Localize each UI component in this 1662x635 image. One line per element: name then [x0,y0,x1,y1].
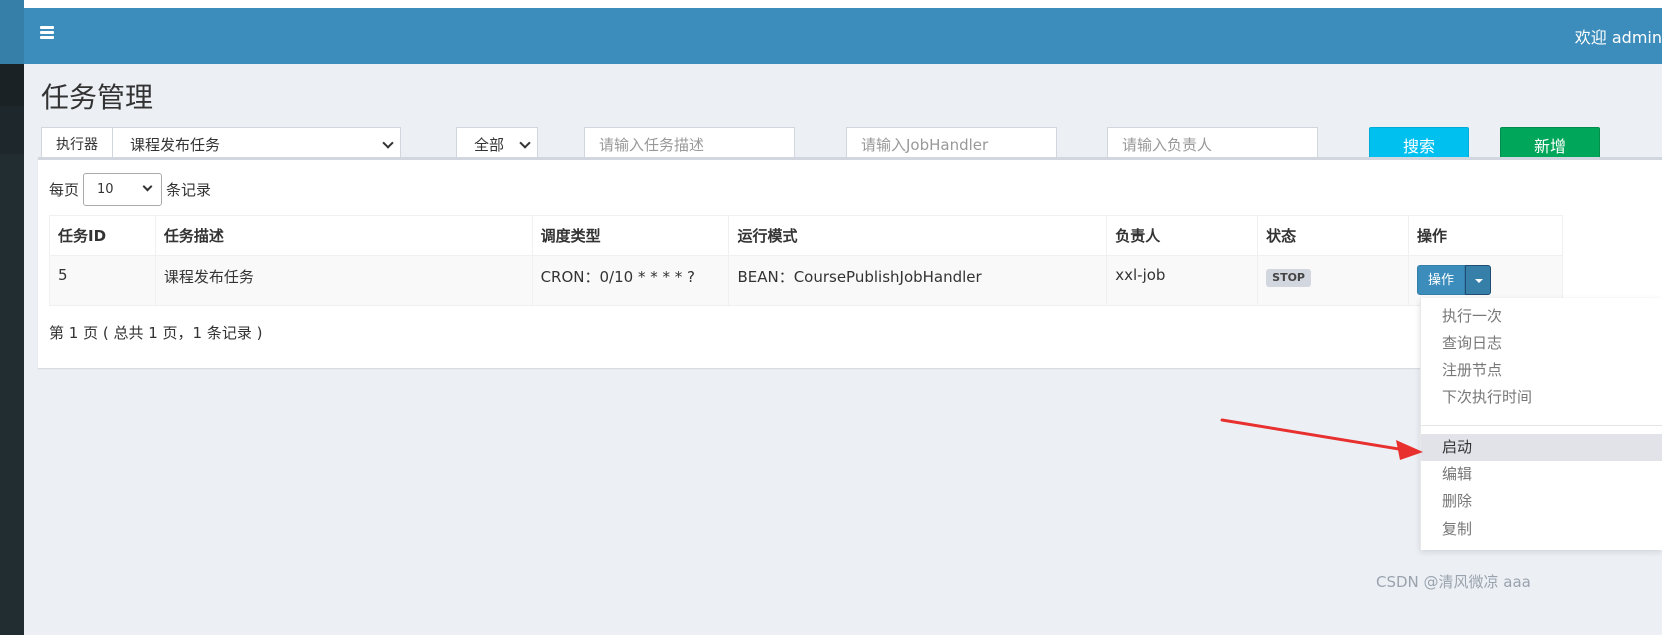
action-button[interactable]: 操作 [1417,265,1466,295]
page-length-select[interactable]: 10 [83,173,162,206]
main-content: 任务管理 执行器 课程发布任务 全部 请输入任务描述 请输入JobHandler… [24,64,1662,635]
cell-author: xxl-job [1106,255,1259,306]
user-welcome[interactable]: 欢迎 admin [1575,24,1662,48]
menu-item-delete[interactable]: 删除 [1421,488,1662,515]
menu-item-registry-nodes[interactable]: 注册节点 [1421,357,1662,384]
col-header-mode[interactable]: 运行模式 [728,215,1108,256]
menu-item-trigger-once[interactable]: 执行一次 [1421,303,1662,330]
table-row: 5 课程发布任务 CRON：0/10 * * * * ? BEAN：Course… [49,255,1563,306]
menu-item-edit[interactable]: 编辑 [1421,461,1662,488]
col-header-id[interactable]: 任务ID [49,215,156,256]
cell-mode: BEAN：CoursePublishJobHandler [728,255,1108,306]
chevron-down-icon [382,137,394,149]
menu-item-query-log[interactable]: 查询日志 [1421,330,1662,357]
watermark: CSDN @清风微凉 aaa [1376,573,1531,591]
pagination-info: 第 1 页 ( 总共 1 页，1 条记录 ) [49,324,263,342]
sidebar-collapsed [0,0,24,635]
cell-schedule: CRON：0/10 * * * * ? [531,255,730,306]
status-select-value: 全部 [474,136,505,154]
menu-toggle-icon[interactable] [40,26,56,40]
page-length-prefix: 每页 [49,181,80,199]
job-list-box: 每页 10 条记录 任务ID 任务描述 调度类型 运行模式 负责人 状态 操作 [38,157,1662,368]
action-button-group: 操作 [1417,265,1492,295]
chevron-down-icon [519,137,531,149]
cell-id: 5 [49,255,156,306]
page-length-value: 10 [97,182,114,197]
chevron-down-icon [142,181,153,192]
cell-status: STOP [1257,255,1410,306]
menu-divider [1421,425,1662,426]
table-header-row: 任务ID 任务描述 调度类型 运行模式 负责人 状态 操作 [49,215,1563,256]
status-badge: STOP [1266,269,1311,287]
col-header-author[interactable]: 负责人 [1106,215,1259,256]
menu-item-start[interactable]: 启动 [1421,434,1662,461]
action-dropdown-menu: 执行一次 查询日志 注册节点 下次执行时间 启动 编辑 删除 复制 [1420,298,1662,550]
col-header-status[interactable]: 状态 [1257,215,1410,256]
menu-item-next-trigger-time[interactable]: 下次执行时间 [1421,384,1662,411]
col-header-schedule[interactable]: 调度类型 [531,215,730,256]
job-table: 任务ID 任务描述 调度类型 运行模式 负责人 状态 操作 5 课程发布任务 C… [49,215,1563,306]
executor-select-value: 课程发布任务 [130,136,221,154]
col-header-actions: 操作 [1408,215,1563,256]
col-header-desc[interactable]: 任务描述 [154,215,533,256]
caret-down-icon[interactable] [1465,265,1492,295]
page-title: 任务管理 [41,81,154,114]
top-strip [0,0,1662,8]
page-length-suffix: 条记录 [166,181,212,199]
cell-desc: 课程发布任务 [154,255,533,306]
top-navbar: 欢迎 admin [24,8,1662,64]
menu-item-copy[interactable]: 复制 [1421,516,1662,543]
